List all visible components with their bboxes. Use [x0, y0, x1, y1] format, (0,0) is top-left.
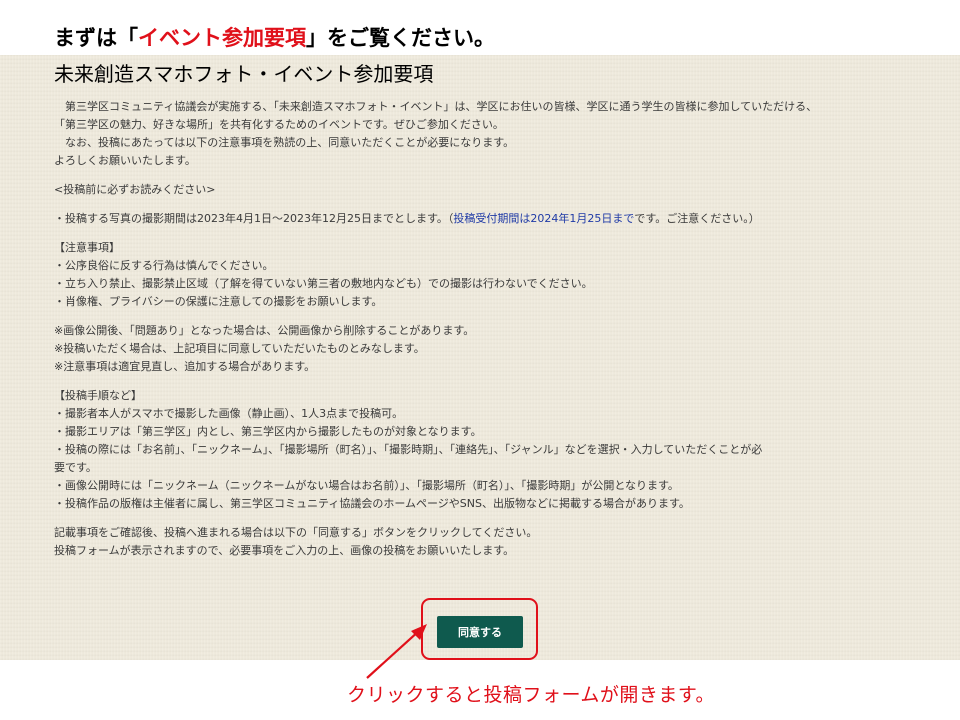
intro-line: 「第三学区の魅力、好きな場所」を共有化するためのイベントです。ぜひご参加ください…	[54, 118, 504, 131]
procedure-item: 要です。	[54, 461, 97, 474]
intro-line: よろしくお願いいたします。	[54, 154, 196, 167]
procedure-item: ・投稿作品の版権は主催者に属し、第三学区コミュニティ協議会のホームページやSNS…	[54, 497, 690, 510]
closing-line: 記載事項をご確認後、投稿へ進まれる場合は以下の「同意する」ボタンをクリックしてく…	[54, 526, 538, 539]
page-title: 未来創造スマホフォト・イベント参加要項	[54, 62, 434, 86]
procedure-item: ・撮影エリアは「第三学区」内とし、第三学区内から撮影したものが対象となります。	[54, 425, 482, 438]
instruction-heading: まずは「イベント参加要項」をご覧ください。	[54, 22, 495, 52]
procedure-item: ・撮影者本人がスマホで撮影した画像（静止画）、1人3点まで投稿可。	[54, 407, 404, 420]
read-before-heading: <投稿前に必ずお読みください>	[54, 183, 216, 196]
annotation-text: クリックすると投稿フォームが開きます。	[347, 684, 716, 706]
instruction-pre: まずは「	[54, 26, 138, 50]
intro-line: なお、投稿にあたっては以下の注意事項を熟読の上、同意いただくことが必要になります…	[54, 136, 515, 149]
agree-button[interactable]: 同意する	[437, 616, 523, 648]
submission-deadline: 投稿受付期間は2024年1月25日まで	[453, 212, 635, 225]
remark-item: ※画像公開後、「問題あり」となった場合は、公開画像から削除することがあります。	[54, 324, 475, 337]
guidelines-content: 第三学区コミュニティ協議会が実施する、「未来創造スマホフォト・イベント」は、学区…	[54, 98, 914, 560]
closing-line: 投稿フォームが表示されますので、必要事項をご入力の上、画像の投稿をお願いいたしま…	[54, 544, 515, 557]
period-line-pre: ・投稿する写真の撮影期間は2023年4月1日～2023年12月25日までとします…	[54, 212, 454, 225]
instruction-highlight: イベント参加要項	[138, 26, 306, 50]
intro-line: 第三学区コミュニティ協議会が実施する、「未来創造スマホフォト・イベント」は、学区…	[54, 100, 818, 113]
note-item: ・立ち入り禁止、撮影禁止区域（了解を得ていない第三者の敷地内なども）での撮影は行…	[54, 277, 593, 290]
instruction-post: 」をご覧ください。	[306, 26, 495, 50]
procedure-item: ・画像公開時には「ニックネーム（ニックネームがない場合はお名前）」、「撮影場所（…	[54, 479, 679, 492]
notes-heading: 【注意事項】	[54, 241, 120, 254]
procedure-heading: 【投稿手順など】	[54, 389, 142, 402]
remark-item: ※投稿いただく場合は、上記項目に同意していただいたものとみなします。	[54, 342, 425, 355]
remark-item: ※注意事項は適宜見直し、追加する場合があります。	[54, 360, 316, 373]
note-item: ・公序良俗に反する行為は慎んでください。	[54, 259, 274, 272]
period-line: ・投稿する写真の撮影期間は2023年4月1日～2023年12月25日までとします…	[54, 210, 914, 228]
period-line-post: です。ご注意ください。）	[634, 212, 760, 225]
note-item: ・肖像権、プライバシーの保護に注意しての撮影をお願いします。	[54, 295, 383, 308]
procedure-item: ・投稿の際には「お名前」、「ニックネーム」、「撮影場所（町名）」、「撮影時期」、…	[54, 443, 763, 456]
